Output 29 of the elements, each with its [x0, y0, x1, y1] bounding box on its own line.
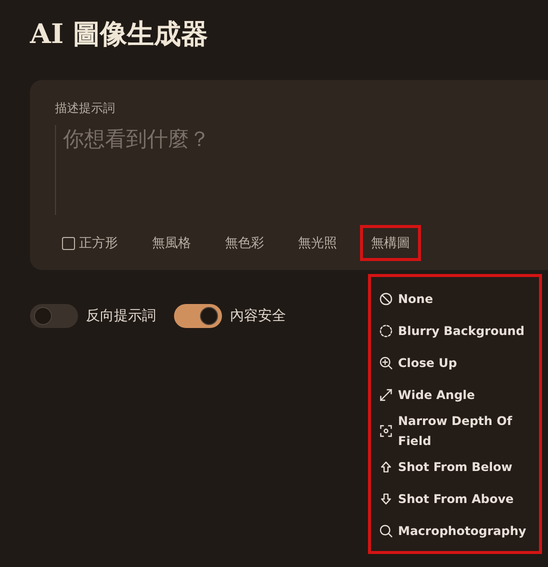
- toggle-switch[interactable]: [174, 304, 222, 328]
- prompt-input[interactable]: 你想看到什麼？: [55, 125, 513, 215]
- menu-item[interactable]: Shot From Above: [379, 483, 539, 515]
- prohibited-icon: [379, 292, 393, 306]
- arrow-up-icon: [379, 460, 393, 474]
- option-chip[interactable]: 無光照: [287, 225, 348, 261]
- prompt-field[interactable]: 描述提示詞 你想看到什麼？ 正方形 無風格 無色彩 無光照 無構圖: [30, 80, 548, 270]
- focus-icon: [379, 424, 393, 438]
- option-chip[interactable]: 無色彩: [214, 225, 275, 261]
- menu-item[interactable]: Wide Angle: [379, 379, 539, 411]
- menu-item[interactable]: Close Up: [379, 347, 539, 379]
- search-icon: [379, 524, 393, 538]
- expand-arrows-icon: [379, 388, 393, 402]
- square-checkbox[interactable]: 正方形: [51, 225, 129, 261]
- zoom-in-icon: [379, 356, 393, 370]
- menu-item[interactable]: Narrow Depth Of Field: [379, 411, 539, 451]
- arrow-down-icon: [379, 492, 393, 506]
- menu-item[interactable]: Shot From Below: [379, 451, 539, 483]
- menu-item[interactable]: None: [379, 283, 539, 315]
- prompt-label: 描述提示詞: [55, 100, 116, 117]
- toggle-label: 反向提示詞: [86, 307, 156, 325]
- page-title: AI 圖像生成器: [30, 18, 209, 52]
- toggle-label: 內容安全: [230, 307, 286, 325]
- toggle-switch[interactable]: [30, 304, 78, 328]
- menu-item[interactable]: Macrophotography: [379, 515, 539, 547]
- option-chip[interactable]: 無風格: [141, 225, 202, 261]
- dashed-circle-icon: [379, 324, 393, 338]
- option-chip[interactable]: 無構圖: [360, 225, 421, 261]
- menu-item[interactable]: Blurry Background: [379, 315, 539, 347]
